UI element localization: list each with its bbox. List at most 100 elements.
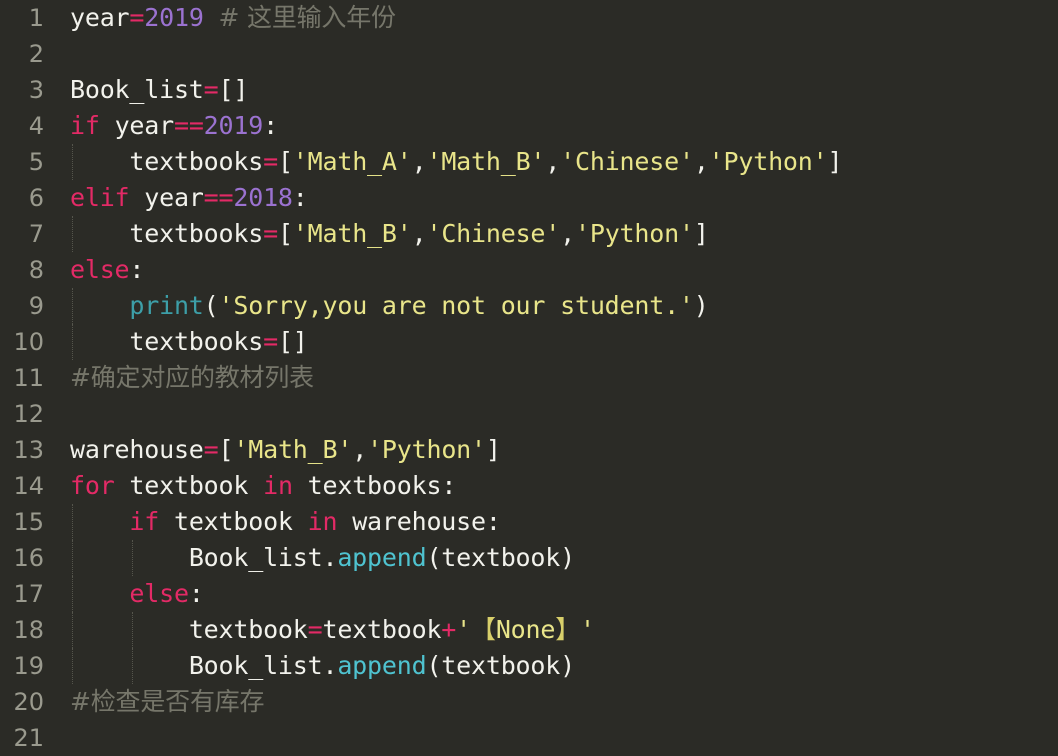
token-identifier: textbooks xyxy=(129,219,264,248)
token-string: 'Math_A' xyxy=(292,147,412,176)
line-number: 15 xyxy=(13,508,44,536)
token-comment: #检查是否有库存 xyxy=(70,687,265,716)
token-method-append: append xyxy=(337,543,427,572)
token-colon: : xyxy=(441,471,457,500)
token-method-append: append xyxy=(337,651,427,680)
line-code[interactable]: Book_list=[] xyxy=(56,72,1058,108)
code-line[interactable]: 3 Book_list=[] xyxy=(0,72,1058,108)
token-comma: , xyxy=(545,147,561,176)
line-code[interactable]: warehouse=['Math_B','Python'] xyxy=(56,432,1058,468)
code-line[interactable]: 21 xyxy=(0,720,1058,756)
code-line[interactable]: 17 else: xyxy=(0,576,1058,612)
token-brackets: [] xyxy=(218,75,249,104)
code-line[interactable]: 8 else: xyxy=(0,252,1058,288)
line-code[interactable]: Book_list.append(textbook) xyxy=(56,648,1058,684)
indent-guide xyxy=(72,540,74,576)
line-code[interactable]: #检查是否有库存 xyxy=(56,684,1058,720)
token-operator: = xyxy=(203,435,219,464)
token-colon: : xyxy=(485,507,501,536)
line-number: 21 xyxy=(13,724,44,752)
token-identifier: Book_list xyxy=(70,75,204,104)
token-operator: = xyxy=(263,327,278,356)
token-keyword: in xyxy=(263,471,293,500)
line-code[interactable]: textbook=textbook+'【None】' xyxy=(56,612,1058,648)
token-operator: = xyxy=(129,3,145,32)
code-line[interactable]: 20 #检查是否有库存 xyxy=(0,684,1058,720)
token-identifier: textbook xyxy=(188,615,308,644)
token-operator: = xyxy=(203,75,219,104)
code-line[interactable]: 6 elif year==2018: xyxy=(0,180,1058,216)
token-operator: == xyxy=(173,111,204,140)
code-line[interactable]: 9 print('Sorry,you are not our student.'… xyxy=(0,288,1058,324)
code-line[interactable]: 19 Book_list.append(textbook) xyxy=(0,648,1058,684)
token-keyword: if xyxy=(129,507,160,536)
code-line[interactable]: 1 year=2019 # 这里输入年份 xyxy=(0,0,1058,36)
line-code[interactable]: elif year==2018: xyxy=(56,180,1058,216)
line-code[interactable]: if year==2019: xyxy=(56,108,1058,144)
line-number: 12 xyxy=(13,400,44,428)
code-line[interactable]: 16 Book_list.append(textbook) xyxy=(0,540,1058,576)
token-string: 'Python' xyxy=(367,435,486,464)
token-number: 2018 xyxy=(233,183,293,212)
token-fullwidth-bracket-open: 【 xyxy=(471,615,496,644)
token-bracket-close: ] xyxy=(693,219,709,248)
line-number: 1 xyxy=(28,4,44,32)
token-colon: : xyxy=(188,579,204,608)
line-code[interactable]: Book_list.append(textbook) xyxy=(56,540,1058,576)
token-bracket-open: [ xyxy=(277,147,293,176)
token-operator: = xyxy=(263,147,278,176)
token-string: 'Math_B' xyxy=(233,435,353,464)
code-line[interactable]: 14 for textbook in textbooks: xyxy=(0,468,1058,504)
line-number: 14 xyxy=(13,472,44,500)
token-builtin-print: print xyxy=(129,291,204,320)
code-line[interactable]: 12 xyxy=(0,396,1058,432)
code-line[interactable]: 11 #确定对应的教材列表 xyxy=(0,360,1058,396)
token-comma: , xyxy=(411,147,427,176)
code-line[interactable]: 5 textbooks=['Math_A','Math_B','Chinese'… xyxy=(0,144,1058,180)
token-comment: #确定对应的教材列表 xyxy=(70,363,314,392)
token-identifier: textbooks xyxy=(307,471,442,500)
token-fullwidth-bracket-close: 】 xyxy=(555,615,581,644)
line-code[interactable]: else: xyxy=(56,576,1058,612)
code-line[interactable]: 2 xyxy=(0,36,1058,72)
code-line[interactable]: 13 warehouse=['Math_B','Python'] xyxy=(0,432,1058,468)
line-code[interactable]: #确定对应的教材列表 xyxy=(56,360,1058,396)
token-identifier: textbook xyxy=(322,615,442,644)
token-paren-open: ( xyxy=(426,543,442,572)
token-paren-open: ( xyxy=(426,651,442,680)
token-operator-plus: + xyxy=(441,615,457,644)
token-keyword: else xyxy=(129,579,189,608)
line-code[interactable]: textbooks=['Math_B','Chinese','Python'] xyxy=(56,216,1058,252)
token-string: 'Chinese' xyxy=(560,147,694,176)
code-line[interactable]: 4 if year==2019: xyxy=(0,108,1058,144)
code-line[interactable]: 18 textbook=textbook+'【None】' xyxy=(0,612,1058,648)
line-number: 7 xyxy=(28,220,44,248)
code-line[interactable]: 15 if textbook in warehouse: xyxy=(0,504,1058,540)
line-number: 4 xyxy=(28,112,44,140)
token-brackets: [] xyxy=(277,327,308,356)
line-code[interactable]: for textbook in textbooks: xyxy=(56,468,1058,504)
token-identifier: year xyxy=(70,3,130,32)
line-code[interactable]: textbooks=[] xyxy=(56,324,1058,360)
line-number: 16 xyxy=(13,544,44,572)
code-line[interactable]: 7 textbooks=['Math_B','Chinese','Python'… xyxy=(0,216,1058,252)
line-code[interactable]: if textbook in warehouse: xyxy=(56,504,1058,540)
token-paren-close: ) xyxy=(693,291,709,320)
token-string: 'Chinese' xyxy=(426,219,561,248)
code-line[interactable]: 10 textbooks=[] xyxy=(0,324,1058,360)
token-colon: : xyxy=(263,111,278,140)
token-string: 'Python' xyxy=(708,147,828,176)
line-number: 17 xyxy=(13,580,44,608)
indent-guide xyxy=(72,612,74,648)
indent-guide xyxy=(72,648,74,684)
token-identifier: textbooks xyxy=(129,147,264,176)
token-comment: # 这里输入年份 xyxy=(218,3,396,32)
line-code[interactable]: textbooks=['Math_A','Math_B','Chinese','… xyxy=(56,144,1058,180)
line-code[interactable]: else: xyxy=(56,252,1058,288)
code-editor[interactable]: 1 year=2019 # 这里输入年份 2 3 Book_list=[] 4 … xyxy=(0,0,1058,752)
line-code[interactable]: print('Sorry,you are not our student.') xyxy=(56,288,1058,324)
token-keyword: for xyxy=(70,471,115,500)
token-operator: = xyxy=(263,219,278,248)
token-number: 2019 xyxy=(144,3,204,32)
line-code[interactable]: year=2019 # 这里输入年份 xyxy=(56,0,1058,36)
